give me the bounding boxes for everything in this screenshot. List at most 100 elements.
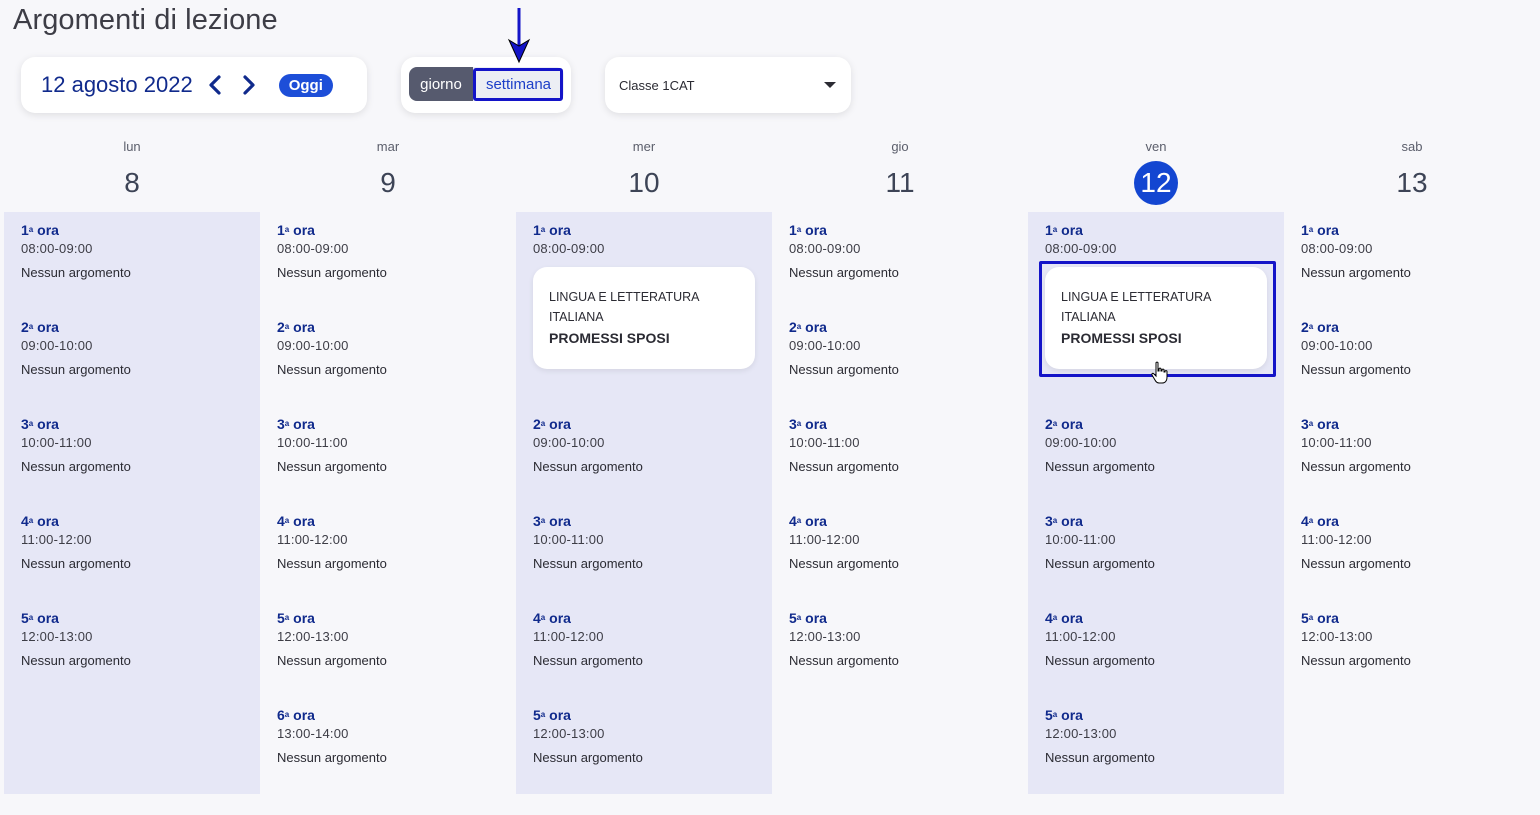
slot-ordinal-suffix: a [28,225,34,234]
slot-ordinal: 1a ora [277,222,507,238]
day-column-body [772,212,1028,794]
slot-label: ora [1317,319,1339,335]
lesson-card[interactable]: LINGUA E LETTERATURA ITALIANA PROMESSI SP… [1045,267,1267,369]
time-slot: 3a ora 10:00-11:00 Nessun argomento [1045,513,1275,571]
slot-number: 5 [21,610,29,626]
slot-ordinal: 5a ora [1045,707,1275,723]
slot-time: 11:00-12:00 [21,532,92,547]
slot-time: 11:00-12:00 [1301,532,1372,547]
slot-number: 5 [533,707,541,723]
day-number[interactable]: 13 [1390,161,1434,205]
slot-ordinal: 3a ora [533,513,763,529]
day-number[interactable]: 9 [366,161,410,205]
lesson-card[interactable]: LINGUA E LETTERATURA ITALIANA PROMESSI SP… [533,267,755,369]
time-slot: 3a ora 10:00-11:00 Nessun argomento [21,416,251,474]
time-slot: 2a ora 09:00-10:00 Nessun argomento [533,416,763,474]
slot-label: ora [293,319,315,335]
slot-label: ora [549,513,571,529]
day-number[interactable]: 11 [878,161,922,205]
slot-ordinal-suffix: a [796,516,802,525]
time-slot: 5a ora 12:00-13:00 Nessun argomento [533,707,763,765]
slot-topic-note: Nessun argomento [1301,556,1411,571]
slot-ordinal-suffix: a [796,613,802,622]
slot-ordinal: 4a ora [1045,610,1275,626]
slot-ordinal: 5a ora [21,610,251,626]
slot-ordinal: 2a ora [1301,319,1531,335]
slot-ordinal-suffix: a [284,516,290,525]
lesson-subject: LINGUA E LETTERATURA ITALIANA [549,290,699,324]
slot-topic-note: Nessun argomento [277,750,387,765]
slot-label: ora [805,416,827,432]
slot-topic-note: Nessun argomento [789,653,899,668]
slot-label: ora [1317,610,1339,626]
slot-number: 4 [21,513,29,529]
slot-ordinal-suffix: a [284,710,290,719]
slot-time: 08:00-09:00 [789,241,861,256]
slot-number: 5 [277,610,285,626]
time-slot: 5a ora 12:00-13:00 Nessun argomento [1301,610,1531,668]
slot-number: 2 [533,416,541,432]
day-number[interactable]: 10 [622,161,666,205]
lesson-topic: PROMESSI SPOSI [549,330,670,346]
slot-number: 1 [21,222,29,238]
day-name: mer [632,139,656,154]
slot-number: 3 [1301,416,1309,432]
time-slot: 1a ora 08:00-09:00 [533,222,763,256]
slot-time: 09:00-10:00 [533,435,605,450]
day-column-mer: mer 10 1a ora 08:00-09:00 LINGUA E LETTERATU… [516,0,772,794]
slot-time: 11:00-12:00 [533,629,604,644]
slot-number: 3 [1045,513,1053,529]
slot-label: ora [805,513,827,529]
slot-number: 5 [789,610,797,626]
time-slot: 4a ora 11:00-12:00 Nessun argomento [277,513,507,571]
slot-ordinal: 2a ora [21,319,251,335]
slot-topic-note: Nessun argomento [21,459,131,474]
time-slot: 4a ora 11:00-12:00 Nessun argomento [21,513,251,571]
slot-label: ora [549,707,571,723]
slot-ordinal-suffix: a [796,225,802,234]
time-slot: 5a ora 12:00-13:00 Nessun argomento [789,610,1019,668]
lesson-subject: LINGUA E LETTERATURA ITALIANA [1061,290,1211,324]
day-column-lun: lun 8 1a ora 08:00-09:00 Nessun argomento 2a … [4,0,260,794]
slot-time: 10:00-11:00 [1045,532,1116,547]
slot-number: 1 [1301,222,1309,238]
day-column-gio: gio 11 1a ora 08:00-09:00 Nessun argomento 2a… [772,0,1028,794]
slot-label: ora [37,319,59,335]
slot-time: 12:00-13:00 [1301,629,1373,644]
slot-topic-note: Nessun argomento [1301,362,1411,377]
slot-ordinal: 2a ora [277,319,507,335]
slot-topic-note: Nessun argomento [1301,265,1411,280]
day-name: sab [1401,139,1423,154]
slot-ordinal-suffix: a [540,613,546,622]
slot-ordinal: 5a ora [789,610,1019,626]
slot-time: 09:00-10:00 [1301,338,1373,353]
slot-label: ora [805,610,827,626]
slot-ordinal-suffix: a [1308,419,1314,428]
slot-time: 08:00-09:00 [277,241,349,256]
day-number-today[interactable]: 12 [1134,161,1178,205]
slot-time: 08:00-09:00 [21,241,93,256]
slot-ordinal-suffix: a [1052,419,1058,428]
slot-ordinal-suffix: a [1308,613,1314,622]
slot-topic-note: Nessun argomento [277,556,387,571]
slot-ordinal: 4a ora [533,610,763,626]
slot-label: ora [293,610,315,626]
time-slot: 2a ora 09:00-10:00 Nessun argomento [1045,416,1275,474]
slot-time: 08:00-09:00 [533,241,605,256]
day-number[interactable]: 8 [110,161,154,205]
time-slot: 3a ora 10:00-11:00 Nessun argomento [789,416,1019,474]
day-column-body [1284,212,1540,794]
slot-ordinal: 6a ora [277,707,507,723]
slot-topic-note: Nessun argomento [277,459,387,474]
slot-time: 10:00-11:00 [789,435,860,450]
slot-time: 11:00-12:00 [277,532,348,547]
time-slot: 5a ora 12:00-13:00 Nessun argomento [1045,707,1275,765]
slot-ordinal: 3a ora [277,416,507,432]
time-slot: 3a ora 10:00-11:00 Nessun argomento [277,416,507,474]
time-slot: 2a ora 09:00-10:00 Nessun argomento [277,319,507,377]
slot-topic-note: Nessun argomento [533,556,643,571]
slot-ordinal: 1a ora [21,222,251,238]
time-slot: 2a ora 09:00-10:00 Nessun argomento [789,319,1019,377]
slot-number: 4 [1301,513,1309,529]
slot-topic-note: Nessun argomento [1045,556,1155,571]
